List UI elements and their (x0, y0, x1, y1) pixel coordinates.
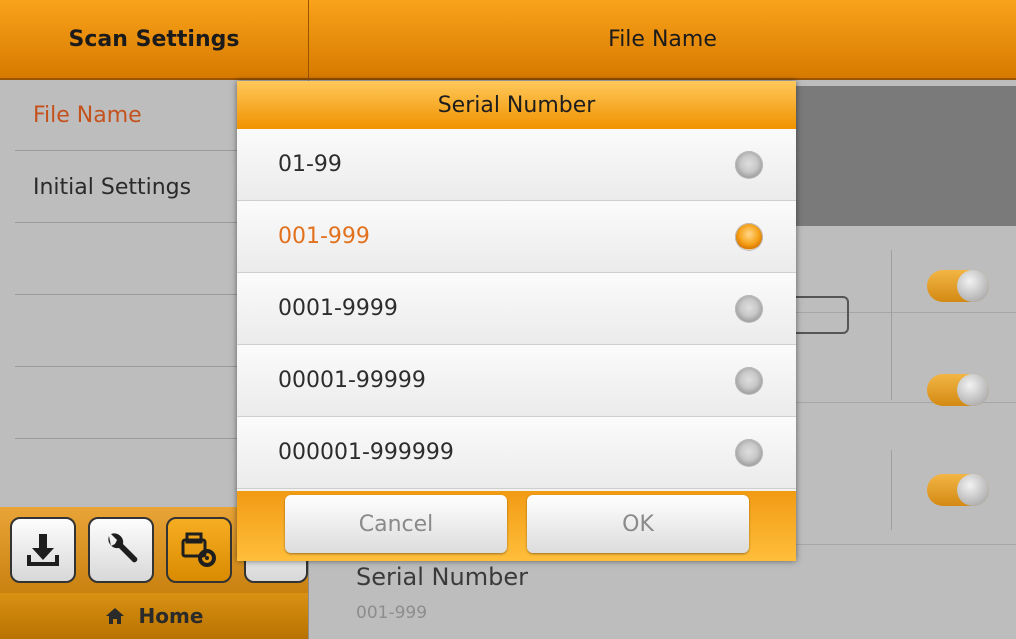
ok-button[interactable]: OK (527, 495, 749, 553)
setting-toggle[interactable] (927, 374, 989, 406)
header-bar: Scan Settings File Name (0, 0, 1016, 80)
radio-button-selected[interactable] (735, 222, 763, 251)
option-000001-999999[interactable]: 000001-999999 (237, 417, 796, 489)
option-00001-99999[interactable]: 00001-99999 (237, 345, 796, 417)
scan-settings-button[interactable] (166, 517, 232, 583)
option-01-99[interactable]: 01-99 (237, 129, 796, 201)
home-button[interactable]: Home (0, 593, 308, 639)
radio-button[interactable] (735, 294, 763, 323)
option-label: 001-999 (278, 224, 370, 249)
option-label: 000001-999999 (278, 440, 454, 465)
home-icon (105, 608, 124, 624)
cancel-button[interactable]: Cancel (285, 495, 507, 553)
setting-toggle[interactable] (927, 474, 989, 506)
scan-settings-title: Scan Settings (0, 0, 309, 78)
scanner-settings-icon (181, 532, 216, 567)
option-0001-9999[interactable]: 0001-9999 (237, 273, 796, 345)
radio-button[interactable] (735, 150, 763, 179)
dialog-footer: Cancel OK (237, 491, 796, 561)
option-label: 01-99 (278, 152, 342, 177)
serial-number-label[interactable]: Serial Number (356, 563, 528, 591)
radio-button[interactable] (735, 366, 763, 395)
dialog-title: Serial Number (237, 81, 796, 129)
tools-button[interactable] (88, 517, 154, 583)
download-button[interactable] (10, 517, 76, 583)
serial-number-value: 001-999 (356, 603, 428, 623)
serial-number-dialog: Serial Number 01-99 001-999 0001-9999 00… (237, 81, 796, 561)
setting-toggle[interactable] (927, 270, 989, 302)
file-name-title: File Name (608, 26, 717, 52)
download-icon (27, 534, 59, 566)
wrench-icon (108, 533, 138, 563)
option-001-999[interactable]: 001-999 (237, 201, 796, 273)
radio-button[interactable] (735, 438, 763, 467)
option-label: 00001-99999 (278, 368, 426, 393)
option-label: 0001-9999 (278, 296, 398, 321)
home-label: Home (138, 604, 204, 628)
